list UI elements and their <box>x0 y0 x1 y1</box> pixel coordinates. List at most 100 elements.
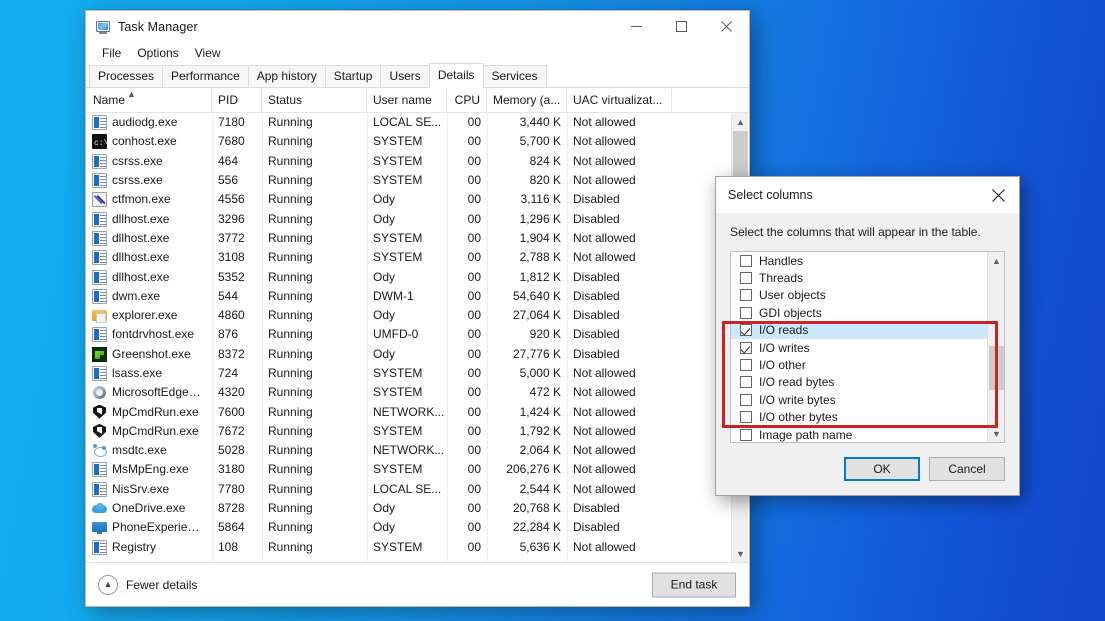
column-option[interactable]: I/O write bytes <box>731 391 987 408</box>
table-row[interactable]: Greenshot.exe8372RunningOdy0027,776 KDis… <box>87 345 731 364</box>
cell-user-name: NETWORK... <box>367 441 447 460</box>
column-option[interactable]: I/O read bytes <box>731 374 987 391</box>
column-option[interactable]: I/O writes <box>731 339 987 356</box>
checkbox-checked-icon[interactable] <box>740 324 752 336</box>
table-row[interactable]: dllhost.exe3296RunningOdy001,296 KDisabl… <box>87 209 731 228</box>
checkbox-unchecked-icon[interactable] <box>740 359 752 371</box>
task-manager-window: Task Manager File Options View Processes… <box>85 10 750 607</box>
table-row[interactable]: MsMpEng.exe3180RunningSYSTEM00206,276 KN… <box>87 460 731 479</box>
fewer-details-button[interactable]: ▲ Fewer details <box>98 575 197 595</box>
column-header-pid[interactable]: PID <box>212 89 262 112</box>
cell-cpu: 00 <box>447 210 487 229</box>
cell-uac: Not allowed <box>567 441 672 460</box>
tab-users[interactable]: Users <box>380 65 429 87</box>
cell-memory: 824 K <box>487 152 567 171</box>
table-row[interactable]: MpCmdRun.exe7672RunningSYSTEM001,792 KNo… <box>87 422 731 441</box>
column-header-uac-virtualization[interactable]: UAC virtualizat... <box>567 89 672 112</box>
menu-item-options[interactable]: Options <box>130 44 186 63</box>
column-option[interactable]: I/O reads <box>731 322 987 339</box>
cell-name: csrss.exe <box>87 171 212 190</box>
checkbox-unchecked-icon[interactable] <box>740 255 752 267</box>
process-name: dwm.exe <box>112 287 160 306</box>
table-row[interactable]: MicrosoftEdgeUpdat...4320RunningSYSTEM00… <box>87 383 731 402</box>
cell-status: Running <box>262 171 367 190</box>
checkbox-unchecked-icon[interactable] <box>740 289 752 301</box>
checkbox-unchecked-icon[interactable] <box>740 307 752 319</box>
column-option[interactable]: Threads <box>731 269 987 286</box>
cell-memory: 472 K <box>487 383 567 402</box>
cell-pid: 7600 <box>212 403 262 422</box>
cell-uac: Not allowed <box>567 152 672 171</box>
table-row[interactable]: csrss.exe464RunningSYSTEM00824 KNot allo… <box>87 152 731 171</box>
table-row[interactable]: OneDrive.exe8728RunningOdy0020,768 KDisa… <box>87 499 731 518</box>
generic-icon <box>92 540 107 555</box>
table-row[interactable]: Registry108RunningSYSTEM005,636 KNot all… <box>87 538 731 557</box>
columns-list: HandlesThreadsUser objectsGDI objectsI/O… <box>731 252 987 442</box>
cell-status: Running <box>262 210 367 229</box>
table-row[interactable]: conhost.exe7680RunningSYSTEM005,700 KNot… <box>87 132 731 151</box>
close-icon[interactable] <box>977 177 1019 213</box>
process-name: MsMpEng.exe <box>112 460 189 479</box>
table-row[interactable]: audiodg.exe7180RunningLOCAL SE...003,440… <box>87 113 731 132</box>
columns-listbox[interactable]: HandlesThreadsUser objectsGDI objectsI/O… <box>730 251 1005 443</box>
table-row[interactable]: fontdrvhost.exe876RunningUMFD-000920 KDi… <box>87 325 731 344</box>
column-header-memory[interactable]: Memory (a... <box>487 89 567 112</box>
minimize-icon[interactable] <box>614 11 659 42</box>
table-row[interactable]: dllhost.exe3108RunningSYSTEM002,788 KNot… <box>87 248 731 267</box>
column-header-name[interactable]: ▲ Name <box>87 89 212 112</box>
column-header-cpu[interactable]: CPU <box>447 89 487 112</box>
scroll-up-icon[interactable]: ▲ <box>732 113 748 130</box>
table-row[interactable]: dwm.exe544RunningDWM-10054,640 KDisabled <box>87 287 731 306</box>
table-row[interactable]: dllhost.exe3772RunningSYSTEM001,904 KNot… <box>87 229 731 248</box>
checkbox-unchecked-icon[interactable] <box>740 429 752 441</box>
cell-status: Running <box>262 422 367 441</box>
cell-name: MicrosoftEdgeUpdat... <box>87 383 212 402</box>
table-row[interactable]: msdtc.exe5028RunningNETWORK...002,064 KN… <box>87 441 731 460</box>
tab-processes[interactable]: Processes <box>89 65 163 87</box>
cell-uac: Disabled <box>567 518 672 537</box>
tab-details[interactable]: Details <box>429 63 484 88</box>
tab-app-history[interactable]: App history <box>248 65 326 87</box>
menu-item-file[interactable]: File <box>95 44 129 63</box>
close-icon[interactable] <box>704 11 749 42</box>
checkbox-unchecked-icon[interactable] <box>740 376 752 388</box>
column-option[interactable]: Image path name <box>731 426 987 442</box>
checkbox-checked-icon[interactable] <box>740 342 752 354</box>
maximize-icon[interactable] <box>659 11 704 42</box>
ok-button[interactable]: OK <box>844 457 920 481</box>
cell-cpu: 00 <box>447 171 487 190</box>
scrollbar-thumb[interactable] <box>989 346 1004 390</box>
tab-performance[interactable]: Performance <box>162 65 249 87</box>
column-option[interactable]: GDI objects <box>731 304 987 321</box>
table-row[interactable]: NisSrv.exe7780RunningLOCAL SE...002,544 … <box>87 480 731 499</box>
checkbox-unchecked-icon[interactable] <box>740 411 752 423</box>
column-option[interactable]: User objects <box>731 287 987 304</box>
dialog-vertical-scrollbar[interactable]: ▲ ▼ <box>987 252 1004 442</box>
menu-item-view[interactable]: View <box>188 44 229 63</box>
table-row[interactable]: explorer.exe4860RunningOdy0027,064 KDisa… <box>87 306 731 325</box>
scroll-down-icon[interactable]: ▼ <box>732 545 748 562</box>
scroll-down-icon[interactable]: ▼ <box>988 425 1005 442</box>
tab-services[interactable]: Services <box>483 65 547 87</box>
end-task-button[interactable]: End task <box>652 572 736 597</box>
cell-user-name: SYSTEM <box>367 538 447 557</box>
table-row[interactable]: lsass.exe724RunningSYSTEM005,000 KNot al… <box>87 364 731 383</box>
table-row[interactable]: MpCmdRun.exe7600RunningNETWORK...001,424… <box>87 402 731 421</box>
column-header-status[interactable]: Status <box>262 89 367 112</box>
column-option[interactable]: I/O other bytes <box>731 409 987 426</box>
table-row[interactable]: ctfmon.exe4556RunningOdy003,116 KDisable… <box>87 190 731 209</box>
table-row[interactable]: csrss.exe556RunningSYSTEM00820 KNot allo… <box>87 171 731 190</box>
table-row[interactable]: PhoneExperienceHo...5864RunningOdy0022,2… <box>87 518 731 537</box>
cell-pid: 5028 <box>212 441 262 460</box>
checkbox-unchecked-icon[interactable] <box>740 394 752 406</box>
cell-user-name: Ody <box>367 190 447 209</box>
tab-startup[interactable]: Startup <box>325 65 382 87</box>
scroll-up-icon[interactable]: ▲ <box>988 252 1005 269</box>
column-option[interactable]: Handles <box>731 252 987 269</box>
column-option[interactable]: I/O other <box>731 356 987 373</box>
table-row[interactable]: dllhost.exe5352RunningOdy001,812 KDisabl… <box>87 267 731 286</box>
cancel-button[interactable]: Cancel <box>929 457 1005 481</box>
column-header-user-name[interactable]: User name <box>367 89 447 112</box>
checkbox-unchecked-icon[interactable] <box>740 272 752 284</box>
cell-uac: Disabled <box>567 499 672 518</box>
